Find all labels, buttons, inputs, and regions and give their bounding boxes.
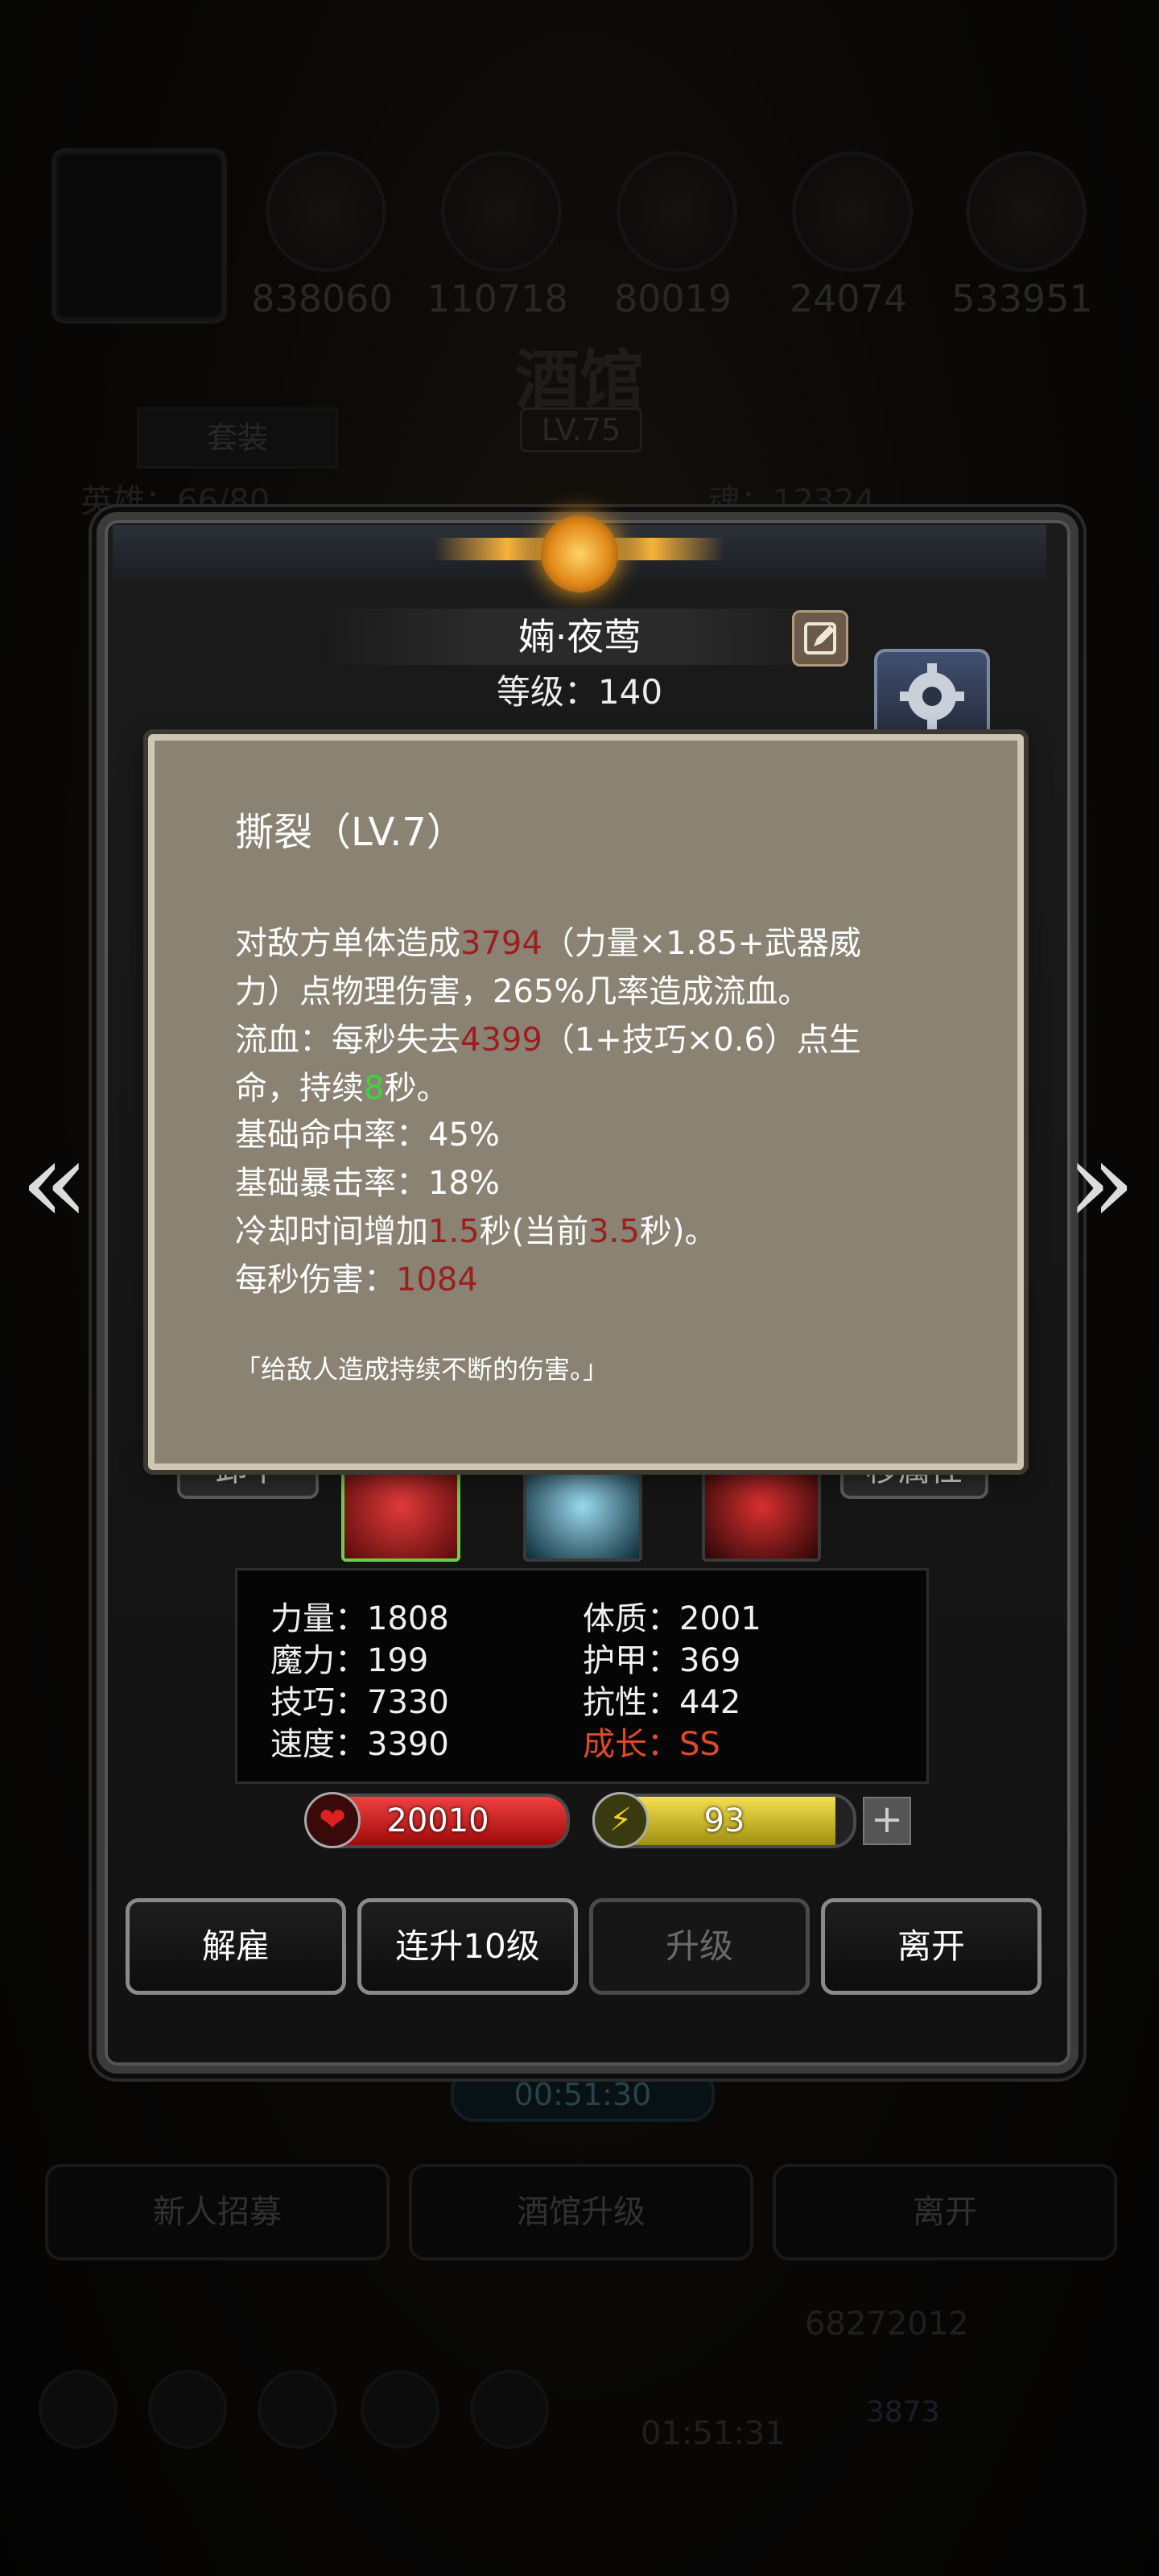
stat-speed: 速度：3390 xyxy=(270,1726,449,1763)
stat-resistance: 抗性：442 xyxy=(583,1684,741,1721)
settings-button[interactable] xyxy=(874,649,990,744)
dismiss-button[interactable]: 解雇 xyxy=(126,1898,346,1995)
dps-line: 每秒伤害：1084 xyxy=(235,1256,478,1304)
stat-constitution: 体质：2001 xyxy=(583,1600,761,1637)
level-up-10-button[interactable]: 连升10级 xyxy=(357,1898,578,1995)
skill-desc-line-2: 力）点物理伤害，265%几率造成流血。 xyxy=(235,973,810,1010)
skill-desc-text: 命，持续 xyxy=(235,1070,364,1107)
skill-title: 撕裂（LV.7） xyxy=(235,810,465,855)
skill-desc-line-4: 命，持续8秒。 xyxy=(235,1064,448,1113)
stat-strength: 力量：1808 xyxy=(270,1600,449,1637)
duration-value: 8 xyxy=(364,1070,385,1107)
skill-desc-line-1: 对敌方单体造成3794（力量×1.85+武器威 xyxy=(235,919,861,968)
edit-name-button[interactable] xyxy=(792,610,848,667)
stat-armor: 护甲：369 xyxy=(583,1642,741,1679)
stat-growth: 成长：SS xyxy=(583,1726,720,1763)
skill-desc-text: 对敌方单体造成 xyxy=(235,925,460,962)
hero-name: 婻·夜莺 xyxy=(322,609,837,665)
heart-icon: ❤ xyxy=(304,1792,361,1848)
lightning-icon: ⚡ xyxy=(592,1792,649,1848)
pencil-icon xyxy=(804,622,836,654)
skill-desc-text: 每秒伤害： xyxy=(235,1261,396,1298)
cooldown-increase: 1.5 xyxy=(428,1213,480,1250)
leave-button[interactable]: 离开 xyxy=(821,1898,1041,1995)
crit-rate: 基础暴击率：18% xyxy=(235,1165,500,1202)
skill-desc-text: （1+技巧×0.6）点生 xyxy=(542,1022,861,1059)
bleed-value: 4399 xyxy=(460,1022,542,1059)
stat-magic: 魔力：199 xyxy=(270,1642,429,1679)
emblem-icon xyxy=(541,515,618,592)
prev-hero-arrow[interactable]: « xyxy=(14,1119,95,1248)
skill-desc-text: （力量×1.85+武器威 xyxy=(542,925,861,962)
stat-skill: 技巧：7330 xyxy=(270,1684,449,1721)
skill-desc-text: 秒(当前 xyxy=(479,1213,589,1250)
skill-desc-text: 冷却时间增加 xyxy=(235,1213,428,1250)
next-hero-arrow[interactable]: » xyxy=(1061,1119,1141,1248)
cooldown-current: 3.5 xyxy=(588,1213,640,1250)
hero-level: 等级：140 xyxy=(496,672,663,712)
level-up-button[interactable]: 升级 xyxy=(589,1898,810,1995)
skill-desc-text: 流血：每秒失去 xyxy=(235,1022,460,1059)
add-energy-button[interactable]: + xyxy=(863,1797,911,1845)
hit-rate: 基础命中率：45% xyxy=(235,1117,500,1154)
cooldown-line: 冷却时间增加1.5秒(当前3.5秒)。 xyxy=(235,1208,716,1256)
skill-desc-text: 秒)。 xyxy=(639,1213,717,1250)
skill-desc-line-3: 流血：每秒失去4399（1+技巧×0.6）点生 xyxy=(235,1016,861,1064)
skill-flavor-text: 「给敌人造成持续不断的伤害。」 xyxy=(235,1354,609,1385)
damage-value: 3794 xyxy=(460,925,542,962)
skill-desc-text: 秒。 xyxy=(384,1070,449,1107)
gear-icon xyxy=(900,663,964,729)
dps-value: 1084 xyxy=(396,1261,478,1298)
